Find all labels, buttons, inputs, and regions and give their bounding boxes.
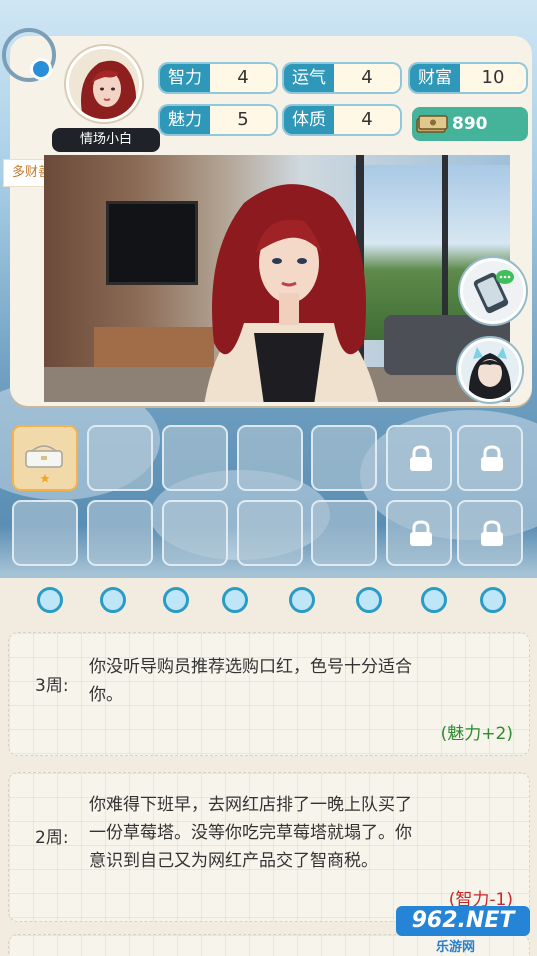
- inventory-slot[interactable]: [87, 425, 153, 491]
- lock-icon: [481, 445, 503, 471]
- companion-avatar-button[interactable]: [458, 338, 522, 402]
- entry-text: 你难得下班早，去网红店排了一晚上队买了 一份草莓塔。没等你吃完草莓塔就塌了。你 …: [89, 791, 519, 875]
- binder-hole: [100, 587, 126, 613]
- stat-constitution: 体质 4: [284, 106, 400, 134]
- entry-text-line: 意识到自己又为网红产品交了智商税。: [89, 851, 378, 871]
- entry-text-line: 一份草莓塔。没等你吃完草莓塔就塌了。你: [89, 823, 412, 843]
- character-portrait: [204, 184, 379, 402]
- binder-hole: [163, 587, 189, 613]
- inventory-slot-locked[interactable]: [457, 425, 523, 491]
- stat-label: 财富: [410, 64, 460, 92]
- entry-week: 2周:: [35, 828, 69, 848]
- diary-entry: 2周: 你难得下班早，去网红店排了一晚上队买了 一份草莓塔。没等你吃完草莓塔就塌…: [8, 772, 530, 922]
- entry-text-line: 你难得下班早，去网红店排了一晚上队买了: [89, 795, 412, 815]
- stat-value: 4: [334, 64, 400, 92]
- lock-icon: [410, 520, 432, 546]
- room-scene: [44, 155, 510, 402]
- binder-hole: [289, 587, 315, 613]
- binder-hole: [222, 587, 248, 613]
- watermark-subtitle: 乐游网: [436, 940, 476, 955]
- money-value: 890: [452, 114, 488, 134]
- stat-label: 体质: [284, 106, 334, 134]
- stat-wealth: 财富 10: [410, 64, 526, 92]
- binder-hole: [37, 587, 63, 613]
- entry-text: 你没听导购员推荐选购口红，色号十分适合 你。: [89, 653, 519, 709]
- entry-text-line: 你。: [89, 685, 123, 705]
- watermark-logo: 962.NET: [396, 906, 530, 936]
- cash-stack-icon: [416, 115, 448, 133]
- inventory-slot[interactable]: [311, 500, 377, 566]
- stat-label: 智力: [160, 64, 210, 92]
- inventory-slot[interactable]: [237, 425, 303, 491]
- inventory-slot-handbag[interactable]: [12, 425, 78, 491]
- inventory-slot[interactable]: [12, 500, 78, 566]
- binder-hole: [356, 587, 382, 613]
- companion-portrait: [468, 347, 512, 399]
- phone-icon: [473, 270, 514, 314]
- stat-label: 魅力: [160, 106, 210, 134]
- inventory-slot[interactable]: [162, 425, 228, 491]
- stat-luck: 运气 4: [284, 64, 400, 92]
- phone-button[interactable]: [460, 258, 526, 324]
- inventory-slot-locked[interactable]: [386, 425, 452, 491]
- binder-hole: [421, 587, 447, 613]
- inventory-slot-locked[interactable]: [386, 500, 452, 566]
- lock-icon: [410, 445, 432, 471]
- entry-week: 3周:: [35, 676, 69, 696]
- binder-hole: [480, 587, 506, 613]
- stat-value: 10: [460, 64, 526, 92]
- stat-value: 4: [334, 106, 400, 134]
- stat-value: 4: [210, 64, 276, 92]
- site-watermark: 962.NET 乐游网: [396, 906, 530, 955]
- player-name: 情场小白: [52, 128, 160, 152]
- inventory-slot[interactable]: [87, 500, 153, 566]
- inventory-slot[interactable]: [237, 500, 303, 566]
- game-screen: 情场小白 多财善贾 智力 4 运气 4 财富 10 魅力 5 体质 4 890: [0, 0, 537, 956]
- binder-dot: [30, 58, 52, 80]
- stat-label: 运气: [284, 64, 334, 92]
- stat-value: 5: [210, 106, 276, 134]
- handbag-icon: [25, 445, 63, 483]
- money-counter: 890: [412, 107, 528, 141]
- stat-charm: 魅力 5: [160, 106, 276, 134]
- player-avatar[interactable]: [66, 46, 142, 122]
- entry-text-line: 你没听导购员推荐选购口红，色号十分适合: [89, 657, 412, 677]
- stat-intelligence: 智力 4: [160, 64, 276, 92]
- inventory-slot[interactable]: [162, 500, 228, 566]
- lock-icon: [481, 520, 503, 546]
- entry-effect: (魅力+2): [440, 724, 513, 744]
- diary-entry: 3周: 你没听导购员推荐选购口红，色号十分适合 你。 (魅力+2): [8, 632, 530, 756]
- inventory-slot[interactable]: [311, 425, 377, 491]
- inventory-slot-locked[interactable]: [457, 500, 523, 566]
